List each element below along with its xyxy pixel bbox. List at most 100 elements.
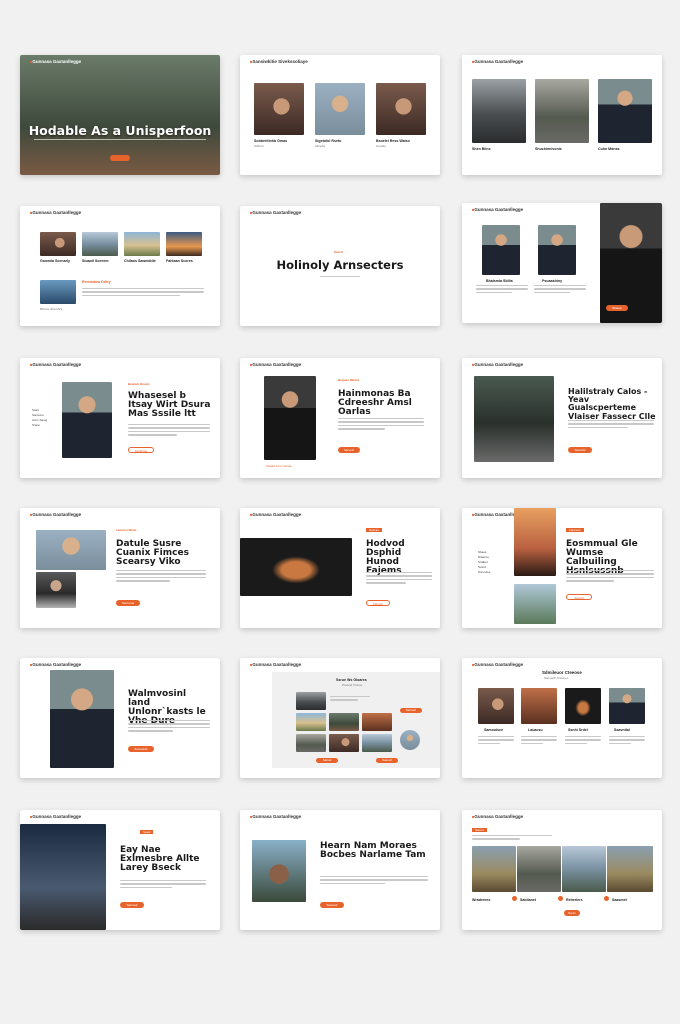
photo-caption: Ssavntlal [614, 728, 630, 732]
photo-caption: Saasmet [612, 898, 627, 902]
slide-button[interactable]: Sarsouh [320, 902, 344, 908]
slide-stage[interactable]: Gunnasa Gaxtanllegge Dasvire Hodvod Dsph… [240, 508, 440, 628]
gallery-photo [329, 734, 359, 752]
slide-intro [472, 835, 552, 842]
portrait-photo [538, 225, 576, 275]
collection-photo [521, 688, 557, 724]
slide-button[interactable]: Saum [564, 910, 580, 916]
portrait-photo [50, 670, 114, 768]
slide-panorama[interactable]: Gunnasa Gaxtanllegge Saroul Wradreees Sa… [462, 810, 662, 930]
slide-scenery[interactable]: Gunnasa Gaxtanllegge Gonwila Scenarly St… [20, 206, 220, 326]
photo-caption: Lauacsu [528, 728, 543, 732]
photo-caption: Psuaaslriny [542, 279, 563, 283]
photo-caption: Sigetofol Rsefo [315, 139, 342, 143]
portrait-photo [482, 225, 520, 275]
slide-button[interactable]: Sarosma [116, 600, 140, 606]
slide-body [120, 880, 206, 890]
slide-button[interactable]: Sarvnlt [566, 594, 592, 600]
sidebar-list: Ssalt Saroivne Avns Sanig Srane [32, 408, 47, 428]
gallery-button[interactable]: Sasnvlt [376, 758, 398, 763]
brand-label: Gunnasa Gaxtanllegge [30, 512, 81, 517]
gallery-button[interactable]: Sarweh [400, 708, 422, 713]
panorama-photo [562, 846, 606, 892]
photo-caption: Shuchinnivonis [535, 147, 562, 151]
photo-caption: Sabilanet [520, 898, 536, 902]
caption-body [609, 736, 645, 746]
team-button[interactable]: Sbiawe [606, 305, 628, 311]
brand-label: Gunnasa Gaxtanllegge [250, 662, 301, 667]
slide-tag: Lasoren Weds [116, 528, 137, 532]
collection-subheading: Sacusplh Kiswnet [544, 676, 568, 680]
gallery-heading: Ssrue Ws Gloares [336, 678, 367, 682]
slide-button[interactable]: Ssmosrde [128, 746, 154, 752]
slide-profile-3[interactable]: Gunnasa Gaxtanllegge Lasoren Weds Datule… [20, 508, 220, 628]
slide-city-gallery[interactable]: Gunnasa Gaxtanllegge Shen Biins Shuchinn… [462, 55, 662, 175]
brand-label: Gunnasa Gaxtanllegge [30, 662, 81, 667]
sea-photo [40, 280, 76, 304]
slide-headline: Whasesel b Itsay Wirt Dsura Mas Sssile l… [128, 391, 211, 419]
caption-body [534, 285, 586, 295]
gallery-photo [296, 734, 326, 752]
slide-profile-4[interactable]: Gunnasa Gaxtanllegge Walmvosinl land Unl… [20, 658, 220, 778]
slide-team[interactable]: Gunnasa Gaxtanllegge Bhalsmla Sbllia Psu… [462, 203, 662, 323]
portrait-photo [36, 530, 106, 570]
slide-profile-1[interactable]: Gunnasa Gaxtanllegge Ssalt Saroivne Avns… [20, 358, 220, 478]
slide-tag: Sessl [140, 830, 154, 834]
scenery-photo [166, 232, 202, 256]
gallery-button[interactable]: Sarsul [316, 758, 338, 763]
slide-collection[interactable]: Gunnasa Gaxtanllegge Sdmileuor Cteeose S… [462, 658, 662, 778]
slide-profile-5[interactable]: Gunnasa Gaxtanllegge Hearn Nam Moraes Bo… [240, 810, 440, 930]
brand-label: Gunnasa Gaxtanllegge [472, 662, 523, 667]
slide-photo-grid[interactable]: Gunnasa Gaxtanllegge Ssrue Ws Gloares Pc… [240, 658, 440, 778]
orange-dot-icon [512, 896, 517, 901]
slide-headline: Halilstraly Calos - Yeav Gualscperteme V… [568, 387, 656, 421]
portrait-photo [264, 376, 316, 460]
gallery-photo [329, 713, 359, 731]
scenery-photo [40, 232, 76, 256]
slide-button[interactable]: Sarvem [366, 600, 390, 606]
slide-button[interactable]: Sarsvelt [120, 902, 144, 908]
photo-caption: Chilaos Sawnbbile [124, 259, 156, 263]
slide-feature-car[interactable]: Gunnasa Gaxtanllegge Halilstraly Calos -… [462, 358, 662, 478]
orange-dot-icon [604, 896, 609, 901]
slide-palms[interactable]: Gunnasa Gaxtanllegge Sbass Dlawrne Srtab… [462, 508, 662, 628]
slide-tag: Dasvire [366, 528, 383, 532]
slide-button[interactable]: Ssinthrae [128, 447, 154, 453]
car-photo [474, 376, 554, 462]
gallery-photo [296, 713, 326, 731]
caption-body [478, 736, 514, 746]
slide-hero[interactable]: Gunnasa Gaxtanllegge Hodable As a Unispe… [20, 55, 220, 175]
slide-profile-2[interactable]: Gunnasa Gaxtanllegge Stoslel Inos Cavole… [240, 358, 440, 478]
title-underline [320, 276, 360, 279]
brand-label: Gunnasa Gaxtanllegge [30, 814, 81, 819]
portrait-photo [598, 79, 652, 143]
scenery-photo [124, 232, 160, 256]
gallery-photo [296, 692, 326, 710]
portrait-photo [376, 83, 426, 135]
hero-button[interactable] [110, 155, 130, 161]
brand-label: Gunnasa Gaxtanllegge [30, 210, 81, 215]
sidebar-list: Sbass Dlawrne Srtabet Sosrd Sonoviee [478, 550, 491, 575]
slide-title[interactable]: Gunnasa Gaxtanllegge Sasrol Holinoly Arn… [240, 206, 440, 326]
slide-portraits[interactable]: Sansiwkitie Sivekssoliaye Sobberitinhb G… [240, 55, 440, 175]
slide-tag: Beistuh Onsels [128, 382, 150, 386]
hero-subtitle-line [34, 139, 206, 141]
photo-caption: Bsoelei Ress Waiso [376, 139, 410, 143]
photo-caption: Fahtaan Scores [166, 259, 193, 263]
slide-button[interactable]: Sarvels [338, 447, 360, 453]
feature-body [82, 288, 204, 298]
slide-tower[interactable]: Gunnasa Gaxtanllegge Sessl Eay Nae Exlme… [20, 810, 220, 930]
slide-button[interactable]: Sarsulat [568, 447, 592, 453]
brand-label: Gunnasa Gaxtanllegge [472, 59, 523, 64]
photo-caption: Sobberitinhb Gmas [254, 139, 288, 143]
slide-body [566, 570, 654, 584]
gallery-subheading: Pceand Clonse [342, 683, 363, 687]
collection-photo [565, 688, 601, 724]
brand-label: Gunnasa Gaxtanllegge [250, 512, 301, 517]
palm-photo [514, 584, 556, 624]
slide-tag: Saroul [472, 828, 487, 832]
brand-label: Gunnasa Gaxtanllegge [250, 362, 301, 367]
brand-label: Gunnasa Gaxtanllegge [472, 362, 523, 367]
photo-caption: Gonwila Scenarly [40, 259, 70, 263]
stage-photo [240, 538, 352, 596]
